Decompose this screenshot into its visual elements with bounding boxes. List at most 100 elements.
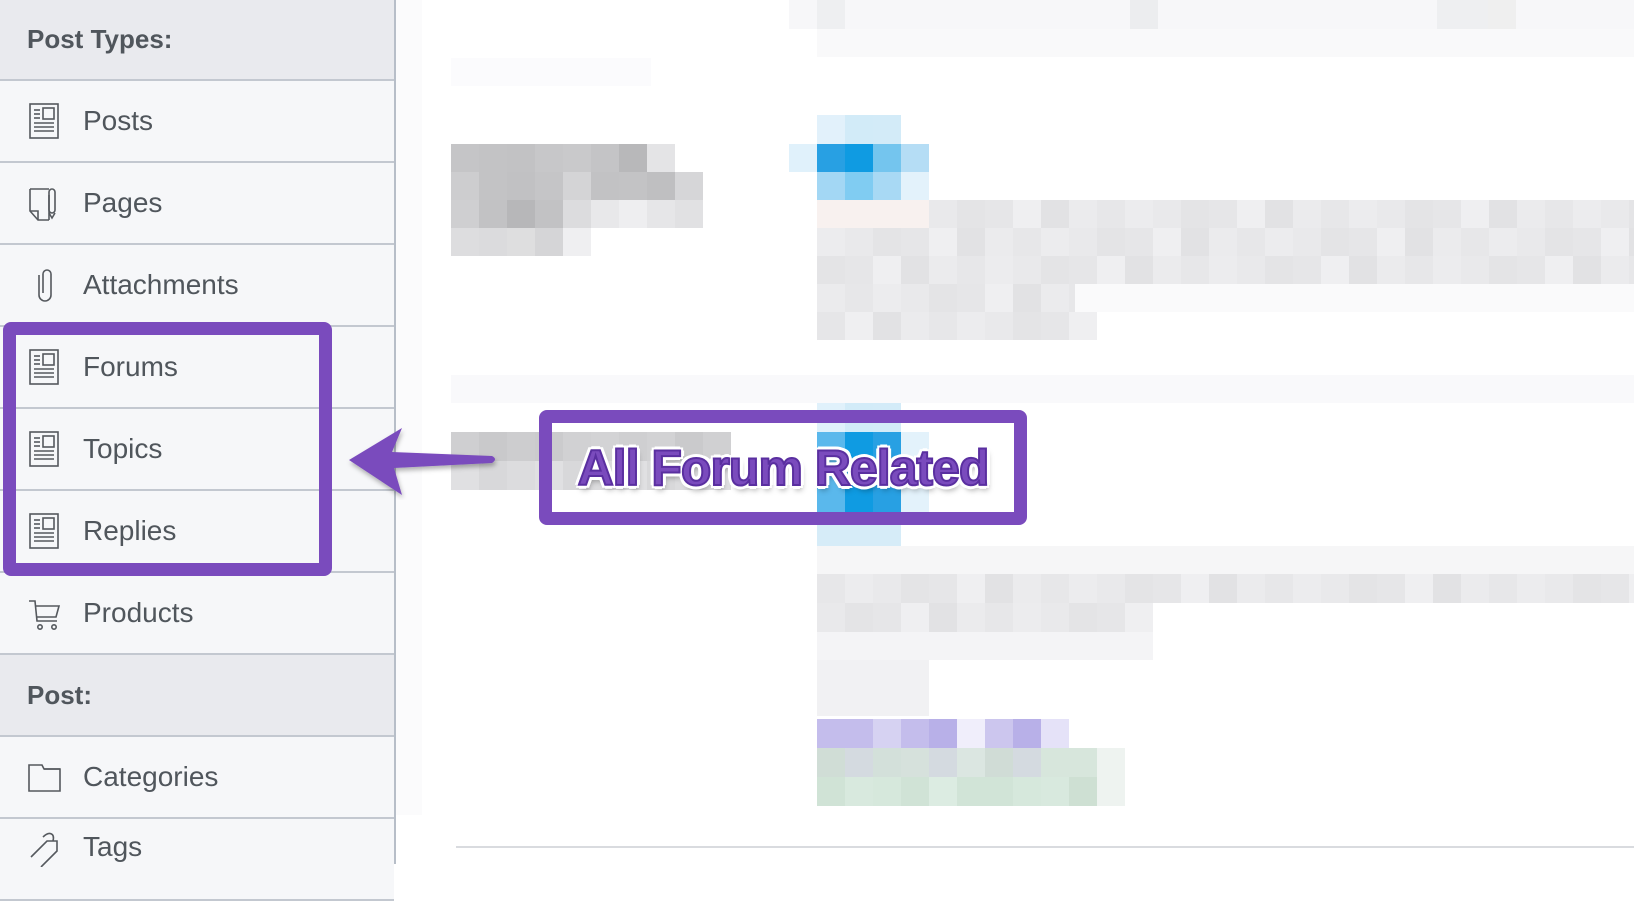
mosaic-block xyxy=(985,632,1013,660)
mosaic-block xyxy=(1181,256,1209,284)
mosaic-block xyxy=(1075,284,1634,312)
sidebar-item-attachments[interactable]: Attachments xyxy=(0,245,394,327)
mosaic-block xyxy=(929,574,957,603)
sidebar-item-categories[interactable]: Categories xyxy=(0,737,394,819)
tag-icon xyxy=(27,827,61,867)
mosaic-block xyxy=(1069,574,1097,603)
mosaic-block xyxy=(1097,200,1125,228)
mosaic-block xyxy=(451,58,651,86)
mosaic-block xyxy=(873,172,901,200)
mosaic-block xyxy=(929,546,957,574)
mosaic-block xyxy=(619,144,647,172)
mosaic-block xyxy=(873,256,901,284)
sidebar-item-tags[interactable]: Tags xyxy=(0,819,394,901)
mosaic-block xyxy=(817,228,845,256)
mosaic-block xyxy=(1097,228,1125,256)
mosaic-block xyxy=(647,144,675,172)
mosaic-block xyxy=(1489,546,1517,574)
mosaic-block xyxy=(873,777,901,806)
mosaic-block xyxy=(845,144,873,172)
mosaic-block xyxy=(1377,228,1405,256)
mosaic-block xyxy=(1069,603,1097,632)
mosaic-block xyxy=(1013,632,1041,660)
mosaic-block xyxy=(1405,200,1433,228)
sidebar-item-pages[interactable]: Pages xyxy=(0,163,394,245)
mosaic-block xyxy=(901,172,929,200)
sidebar-item-posts[interactable]: Posts xyxy=(0,81,394,163)
mosaic-block xyxy=(535,172,563,200)
mosaic-block xyxy=(817,0,845,29)
mosaic-block xyxy=(507,144,535,172)
mosaic-block xyxy=(817,29,1634,57)
mosaic-block xyxy=(1153,228,1181,256)
mosaic-block xyxy=(1293,574,1321,603)
mosaic-block xyxy=(675,172,703,200)
mosaic-block xyxy=(929,777,957,806)
mosaic-block xyxy=(985,574,1013,603)
mosaic-block xyxy=(1013,546,1041,574)
mosaic-block xyxy=(957,748,985,777)
mosaic-block xyxy=(1013,228,1041,256)
mosaic-block xyxy=(1601,200,1629,228)
mosaic-block xyxy=(1489,228,1517,256)
mosaic-block xyxy=(873,284,901,312)
mosaic-block xyxy=(591,172,619,200)
sidebar-item-products[interactable]: Products xyxy=(0,573,394,655)
mosaic-block xyxy=(901,228,929,256)
mosaic-block xyxy=(1488,0,1516,29)
mosaic-block xyxy=(985,546,1013,574)
mosaic-block xyxy=(1041,777,1069,806)
mosaic-block xyxy=(1489,200,1517,228)
sidebar-item-label: Categories xyxy=(83,761,219,792)
mosaic-block xyxy=(817,660,929,716)
mosaic-block xyxy=(1153,574,1181,603)
mosaic-block xyxy=(1437,0,1493,29)
mosaic-block xyxy=(1041,256,1069,284)
mosaic-block xyxy=(1517,574,1545,603)
mosaic-block xyxy=(1125,632,1153,660)
mosaic-block xyxy=(1377,200,1405,228)
mosaic-block xyxy=(929,284,957,312)
mosaic-block xyxy=(1601,546,1629,574)
annotation-callout: All Forum Related xyxy=(539,410,1027,525)
post-icon xyxy=(27,101,61,141)
section-title: Post: xyxy=(27,679,92,710)
mosaic-block xyxy=(1293,256,1321,284)
mosaic-block xyxy=(1573,546,1601,574)
mosaic-block xyxy=(817,312,845,340)
mosaic-block xyxy=(1545,574,1573,603)
mosaic-block xyxy=(817,603,845,632)
mosaic-block xyxy=(985,719,1013,748)
mosaic-block xyxy=(817,574,845,603)
mosaic-block xyxy=(1377,574,1405,603)
mosaic-block xyxy=(845,777,873,806)
mosaic-block xyxy=(1601,574,1629,603)
mosaic-block xyxy=(1209,546,1237,574)
mosaic-block xyxy=(507,172,535,200)
mosaic-block xyxy=(1041,719,1069,748)
mosaic-block xyxy=(647,172,675,200)
mosaic-block xyxy=(985,312,1013,340)
page-icon xyxy=(27,183,61,223)
mosaic-block xyxy=(591,200,619,228)
mosaic-block xyxy=(1041,284,1069,312)
mosaic-block xyxy=(873,719,901,748)
mosaic-block xyxy=(1293,200,1321,228)
cart-icon xyxy=(27,593,61,633)
mosaic-block xyxy=(1097,603,1125,632)
mosaic-block xyxy=(873,632,901,660)
mosaic-block xyxy=(873,748,901,777)
mosaic-block xyxy=(1573,200,1601,228)
mosaic-block xyxy=(929,256,957,284)
mosaic-block xyxy=(1153,200,1181,228)
mosaic-block xyxy=(507,228,535,256)
mosaic-block xyxy=(1041,200,1069,228)
mosaic-block xyxy=(1069,228,1097,256)
mosaic-block xyxy=(1517,228,1545,256)
mosaic-block xyxy=(479,172,507,200)
mosaic-block xyxy=(845,632,873,660)
mosaic-block xyxy=(817,256,845,284)
mosaic-block xyxy=(929,748,957,777)
mosaic-block xyxy=(817,284,845,312)
mosaic-block xyxy=(873,228,901,256)
